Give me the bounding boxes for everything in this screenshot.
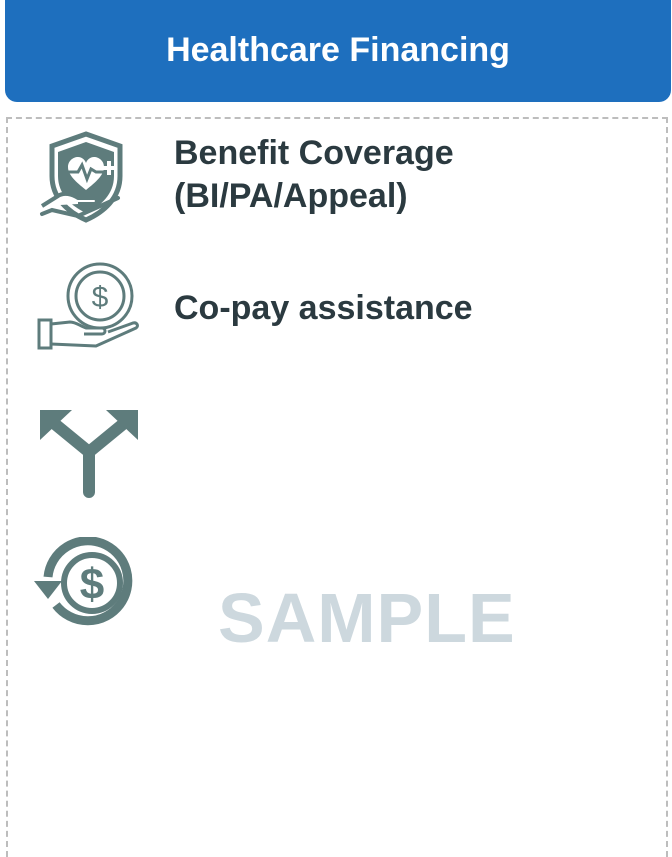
section-title: Healthcare Financing <box>166 30 510 69</box>
sample-watermark: SAMPLE <box>218 579 516 657</box>
svg-text:$: $ <box>92 281 109 314</box>
copay-assistance-label: Co-pay assistance <box>174 289 473 327</box>
svg-text:$: $ <box>80 560 104 609</box>
split-arrows-icon <box>38 406 140 498</box>
dollar-refund-icon: $ <box>34 536 144 629</box>
section-header: Healthcare Financing <box>5 0 671 102</box>
benefit-coverage-label: Benefit Coverage (BI/PA/Appeal) <box>174 134 454 215</box>
dollar-coin-hand-icon: $ <box>36 260 140 354</box>
heart-shield-hand-icon <box>38 128 134 224</box>
